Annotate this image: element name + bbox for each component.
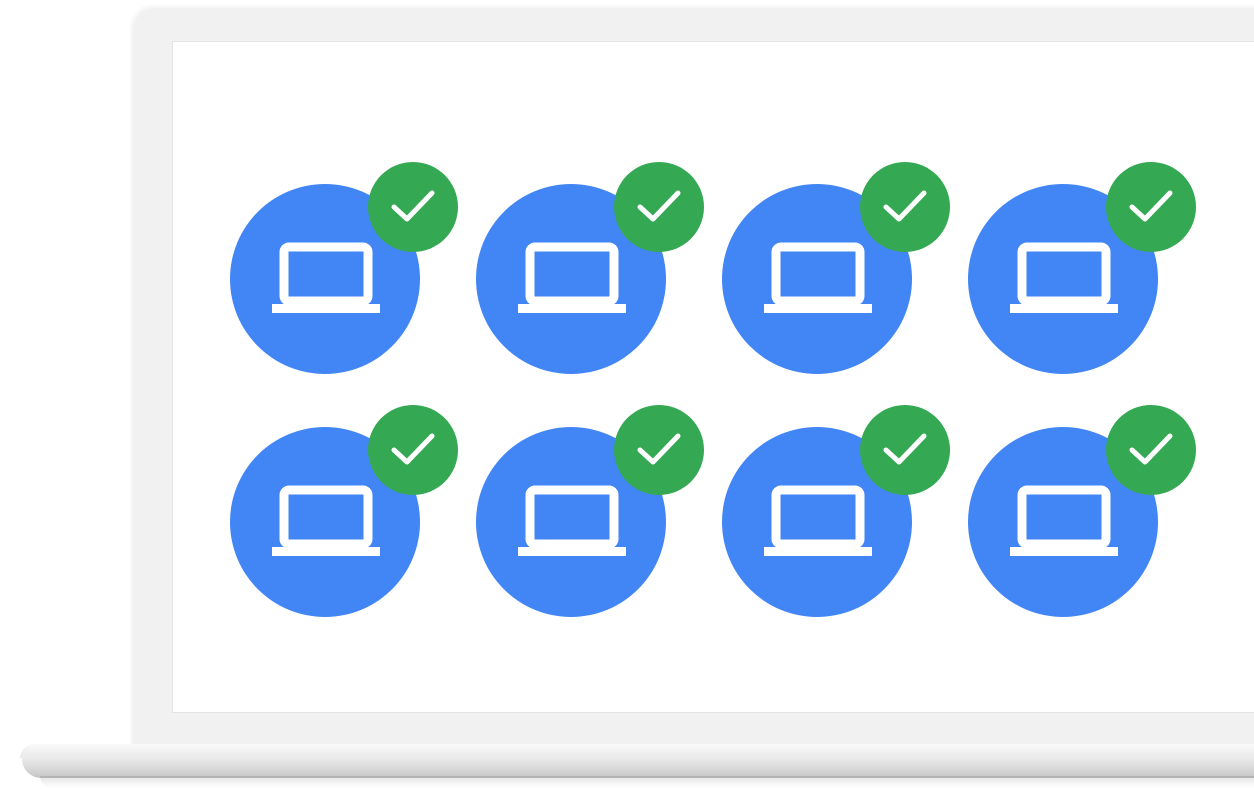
laptop-icon (272, 485, 380, 556)
laptop-icon (272, 242, 380, 313)
verified-badge (368, 405, 458, 495)
verified-badge (614, 405, 704, 495)
check-icon (883, 190, 927, 222)
verified-badge (1106, 162, 1196, 252)
laptop-base (22, 756, 1254, 778)
check-icon (637, 190, 681, 222)
device-tile (968, 162, 1198, 382)
device-tile (230, 405, 460, 625)
device-tile (230, 162, 460, 382)
laptop-icon (1010, 485, 1118, 556)
laptop-base-shadow (40, 776, 1254, 788)
device-tile (722, 162, 952, 382)
check-icon (391, 433, 435, 465)
laptop-icon (518, 242, 626, 313)
illustration (0, 0, 1254, 789)
check-icon (1129, 433, 1173, 465)
device-tile (722, 405, 952, 625)
device-tile (476, 162, 706, 382)
laptop-icon (1010, 242, 1118, 313)
device-tile (968, 405, 1198, 625)
verified-badge (368, 162, 458, 252)
verified-badge (614, 162, 704, 252)
laptop-icon (518, 485, 626, 556)
verified-badge (860, 405, 950, 495)
verified-badge (1106, 405, 1196, 495)
check-icon (637, 433, 681, 465)
verified-badge (860, 162, 950, 252)
check-icon (883, 433, 927, 465)
device-tile (476, 405, 706, 625)
check-icon (391, 190, 435, 222)
check-icon (1129, 190, 1173, 222)
laptop-icon (764, 485, 872, 556)
laptop-icon (764, 242, 872, 313)
